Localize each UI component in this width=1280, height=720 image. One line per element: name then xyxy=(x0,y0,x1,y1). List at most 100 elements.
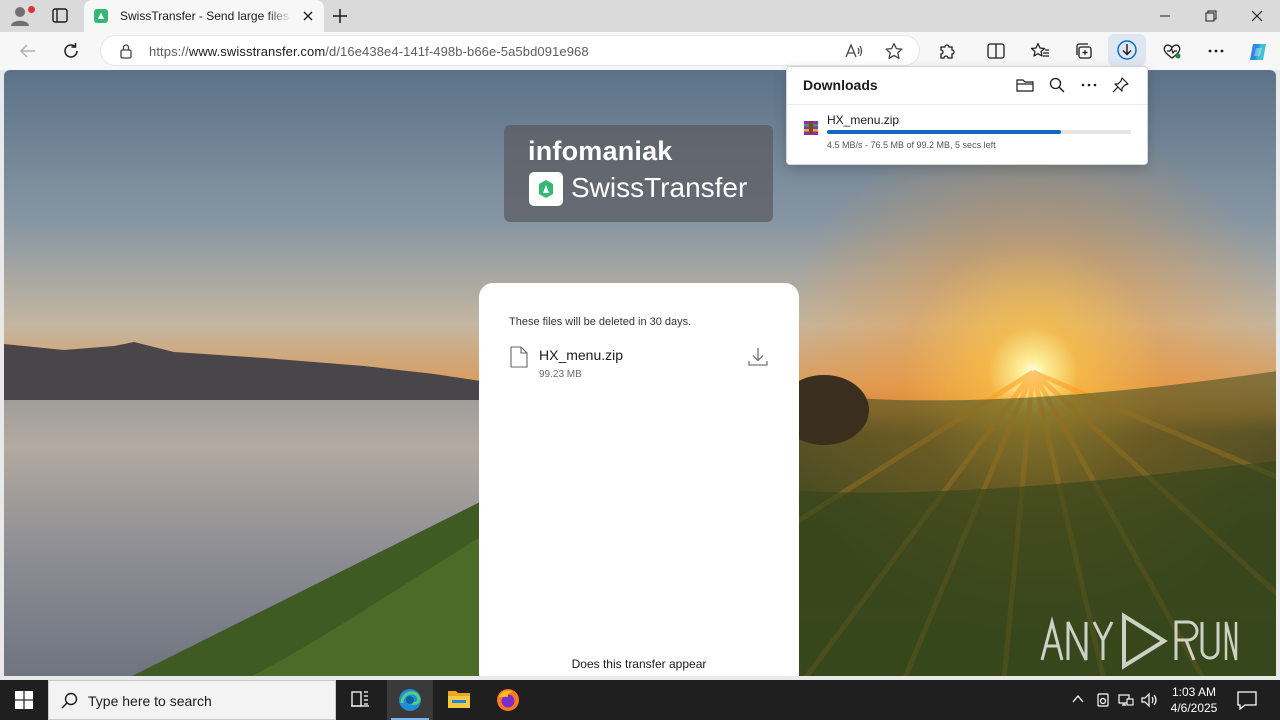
transfer-feedback-text: Does this transfer appear xyxy=(571,657,707,671)
archive-file-icon xyxy=(803,120,819,136)
extensions-button[interactable] xyxy=(935,40,959,62)
download-progress-fill xyxy=(827,130,1062,134)
search-icon xyxy=(1049,77,1065,93)
volume-icon xyxy=(1141,692,1157,708)
clock-date: 4/6/2025 xyxy=(1170,701,1218,715)
infomaniak-swisstransfer-logo[interactable]: infomaniak SwissTransfer xyxy=(504,125,773,222)
downloads-button[interactable] xyxy=(1108,34,1146,66)
firefox-icon xyxy=(497,689,519,711)
taskbar-search-box[interactable]: Type here to search xyxy=(48,680,336,720)
tab-actions-icon xyxy=(52,8,68,23)
close-window-button[interactable] xyxy=(1234,0,1280,32)
downloads-icon xyxy=(1117,40,1137,60)
windows-logo-icon xyxy=(15,691,33,709)
refresh-icon xyxy=(64,43,78,58)
taskbar-firefox[interactable] xyxy=(485,680,531,720)
url-text[interactable]: https://www.swisstransfer.com/d/16e438e4… xyxy=(149,44,589,59)
tab-swisstransfer[interactable]: SwissTransfer - Send large files securel… xyxy=(84,0,324,32)
pin-icon xyxy=(1112,77,1129,93)
extensions-icon xyxy=(940,44,955,59)
file-icon xyxy=(510,346,528,368)
pin-downloads-button[interactable] xyxy=(1110,75,1132,97)
taskbar-file-explorer[interactable] xyxy=(436,680,482,720)
favorites-icon xyxy=(1030,42,1049,57)
tab-actions-button[interactable] xyxy=(48,5,72,27)
downloads-more-button[interactable] xyxy=(1078,75,1100,97)
device-icon xyxy=(1097,693,1109,707)
transfer-card: These files will be deleted in 30 days. … xyxy=(479,283,799,676)
clock-time: 1:03 AM xyxy=(1171,685,1217,699)
address-bar[interactable]: https://www.swisstransfer.com/d/16e438e4… xyxy=(100,35,920,66)
mountain-silhouette xyxy=(4,342,524,400)
folder-icon xyxy=(1016,79,1034,92)
profile-notification-dot xyxy=(28,6,35,13)
volume-button[interactable] xyxy=(1140,690,1160,710)
restore-icon xyxy=(1205,10,1217,22)
open-downloads-folder-button[interactable] xyxy=(1014,75,1036,97)
vineyard-left xyxy=(132,480,524,676)
file-size: 99.23 MB xyxy=(539,369,582,380)
swisstransfer-brand: SwissTransfer xyxy=(571,172,748,203)
downloads-title: Downloads xyxy=(803,77,878,93)
tab-title: SwissTransfer - Send large files securel… xyxy=(120,9,292,23)
url-host: www.swisstransfer.com xyxy=(188,44,326,59)
download-file-name[interactable]: HX_menu.zip xyxy=(827,113,899,127)
search-icon xyxy=(61,692,78,709)
refresh-button[interactable] xyxy=(60,40,84,62)
restore-button[interactable] xyxy=(1188,0,1234,32)
new-tab-button[interactable] xyxy=(330,6,350,26)
close-icon xyxy=(303,11,313,21)
task-view-icon xyxy=(351,691,369,707)
download-progress-bar xyxy=(827,130,1131,134)
lock-icon[interactable] xyxy=(119,43,133,59)
downloads-divider xyxy=(787,104,1147,105)
back-icon xyxy=(19,44,35,58)
notification-center-icon[interactable] xyxy=(1236,690,1258,710)
more-icon xyxy=(1208,49,1224,53)
profile-button[interactable] xyxy=(8,5,36,27)
taskbar-clock[interactable]: 1:03 AM 4/6/2025 xyxy=(1166,684,1222,716)
close-icon xyxy=(1251,10,1263,22)
copilot-button[interactable] xyxy=(1246,40,1270,62)
more-button[interactable] xyxy=(1204,40,1228,62)
favorite-star-icon[interactable] xyxy=(884,42,904,60)
minimize-button[interactable] xyxy=(1142,0,1188,32)
infomaniak-brand: infomaniak xyxy=(528,136,673,166)
back-button[interactable] xyxy=(16,40,40,62)
network-icon xyxy=(1118,694,1134,706)
more-icon xyxy=(1081,83,1097,87)
file-explorer-icon xyxy=(448,691,470,708)
split-screen-button[interactable] xyxy=(984,40,1008,62)
show-hidden-icons-button[interactable] xyxy=(1068,690,1088,710)
chevron-up-icon xyxy=(1072,694,1084,703)
browser-title-bar: SwissTransfer - Send large files securel… xyxy=(0,0,1280,32)
deletion-notice: These files will be deleted in 30 days. xyxy=(509,316,692,328)
browser-essentials-icon xyxy=(1163,44,1181,59)
collections-button[interactable] xyxy=(1072,40,1096,62)
search-downloads-button[interactable] xyxy=(1046,75,1068,97)
favorites-button[interactable] xyxy=(1028,40,1052,62)
edge-icon xyxy=(399,689,421,711)
tab-close-button[interactable] xyxy=(300,8,316,24)
file-name[interactable]: HX_menu.zip xyxy=(539,347,623,363)
url-scheme: https:// xyxy=(149,44,189,59)
downloads-panel: Downloads HX_menu.zip 4.5 MB/s - 76.5 MB… xyxy=(786,66,1148,165)
browser-toolbar: https://www.swisstransfer.com/d/16e438e4… xyxy=(0,32,1280,70)
url-path: /d/16e438e4-141f-498b-b66e-5a5bd091e968 xyxy=(325,44,589,59)
browser-essentials-button[interactable] xyxy=(1160,40,1184,62)
swisstransfer-logo-icon xyxy=(529,172,563,206)
read-aloud-icon[interactable] xyxy=(844,42,864,60)
collections-icon xyxy=(1076,43,1092,59)
network-button[interactable] xyxy=(1116,690,1136,710)
swisstransfer-favicon xyxy=(94,9,108,23)
download-status: 4.5 MB/s - 76.5 MB of 99.2 MB, 5 secs le… xyxy=(827,140,996,150)
copilot-icon xyxy=(1250,44,1266,60)
tray-device-button[interactable] xyxy=(1093,690,1113,710)
windows-taskbar: Type here to search 1:03 AM 4/6/2025 xyxy=(0,680,1280,720)
search-placeholder: Type here to search xyxy=(88,693,212,709)
start-button[interactable] xyxy=(0,680,48,720)
taskbar-edge[interactable] xyxy=(387,680,433,720)
anyrun-watermark xyxy=(1040,612,1238,670)
download-icon[interactable] xyxy=(747,346,769,368)
task-view-button[interactable] xyxy=(337,680,383,720)
